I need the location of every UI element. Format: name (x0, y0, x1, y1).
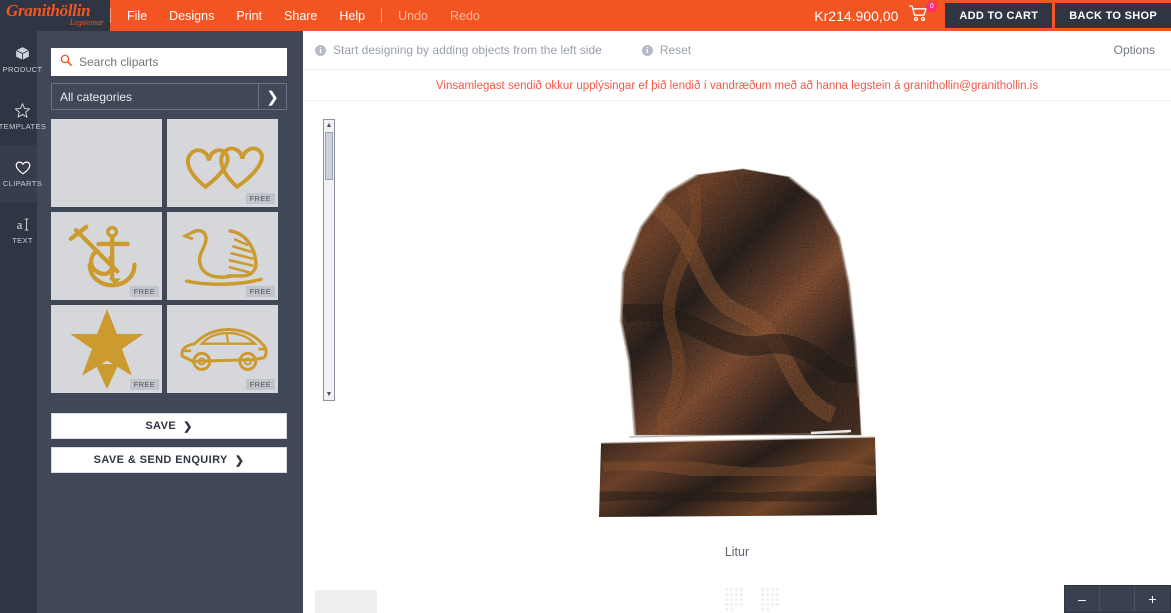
menu-share[interactable]: Share (284, 9, 317, 23)
save-button-label: SAVE (145, 420, 177, 432)
hearts-clipart-icon (179, 132, 267, 194)
clipart-tile-hearts[interactable]: FREE (167, 119, 278, 207)
clipart-tile-anchor[interactable]: FREE (51, 212, 162, 300)
chevron-right-icon[interactable]: ❯ (258, 84, 286, 109)
drag-handle-dots-left[interactable] (725, 588, 747, 611)
reset-label: Reset (659, 43, 692, 57)
main-area: i Start designing by adding objects from… (303, 31, 1171, 613)
zoom-controls: – + (1064, 585, 1171, 613)
rail-item-cliparts[interactable]: CLIPARTS (0, 145, 42, 202)
menu-designs[interactable]: Designs (169, 9, 214, 23)
search-input[interactable] (79, 55, 278, 69)
undo-button[interactable]: Undo (398, 9, 428, 23)
clipart-grid-viewport: FREE FREE FREE FREE FREE (51, 119, 287, 401)
rail-label-product: PRODUCT (2, 65, 43, 74)
cube-icon (14, 45, 31, 62)
search-icon (60, 53, 72, 71)
headstone-preview[interactable] (593, 165, 883, 520)
category-label: All categories (60, 89, 133, 104)
cart-price: Kr214.900,00 (814, 7, 899, 24)
chevron-right-icon: ❯ (183, 420, 193, 433)
clipart-scrollbar[interactable]: ▲ ▼ (323, 119, 335, 401)
free-badge: FREE (245, 379, 275, 390)
cliparts-panel: All categories ❯ FREE (37, 31, 335, 613)
rail-label-cliparts: CLIPARTS (2, 179, 43, 188)
zoom-out-button[interactable]: – (1065, 586, 1100, 612)
start-designing-hint: i Start designing by adding objects from… (315, 43, 602, 57)
options-button[interactable]: Options (1114, 43, 1155, 57)
category-selector[interactable]: All categories ❯ (51, 83, 287, 110)
cart-badge: 0 (926, 1, 938, 12)
brand-logo[interactable]: Granithöllin Legsteinar (0, 0, 110, 31)
star-clipart-icon (65, 309, 149, 389)
redo-button[interactable]: Redo (450, 9, 480, 23)
free-badge: FREE (129, 379, 159, 390)
color-section-label: Litur (724, 545, 750, 559)
swan-clipart-icon (178, 224, 268, 288)
canvas-toolbar: i Start designing by adding objects from… (303, 31, 1171, 70)
star-icon (14, 102, 31, 119)
brand-subtitle: Legsteinar (69, 18, 104, 27)
info-icon: i (641, 44, 653, 56)
brand-name: Granithöllin (6, 1, 91, 20)
top-toolbar: Granithöllin Legsteinar File Designs Pri… (0, 0, 1171, 31)
rail-item-templates[interactable]: TEMPLATES (0, 88, 46, 145)
clipart-grid: FREE FREE FREE FREE FREE (51, 119, 287, 393)
color-swatch-placeholder[interactable] (315, 590, 377, 613)
scroll-down-icon[interactable]: ▼ (324, 389, 334, 400)
chevron-right-icon: ❯ (234, 454, 245, 467)
clipart-tile-blank[interactable] (51, 119, 162, 207)
rail-item-text[interactable]: a TEXT (0, 202, 37, 259)
search-cliparts-box[interactable] (51, 48, 287, 76)
headstone-slab (621, 169, 861, 435)
zoom-divider-cell (1100, 586, 1135, 612)
free-badge: FREE (129, 286, 159, 297)
reset-button[interactable]: i Reset (641, 43, 692, 57)
back-to-shop-button[interactable]: BACK TO SHOP (1055, 3, 1171, 28)
hint-label: Start designing by adding objects from t… (333, 43, 602, 57)
clipart-tile-swan[interactable]: FREE (167, 212, 278, 300)
rail-label-text: TEXT (12, 236, 33, 245)
text-icon: a (14, 216, 32, 233)
headstone-base (599, 437, 877, 517)
menu-help[interactable]: Help (339, 9, 365, 23)
scrollbar-thumb[interactable] (325, 132, 333, 180)
history-controls: Undo Redo (382, 0, 496, 31)
free-badge: FREE (245, 193, 275, 204)
rail-item-product[interactable]: PRODUCT (0, 31, 42, 88)
cart-icon (908, 4, 928, 27)
anchor-clipart-icon (64, 221, 150, 291)
clipart-tile-star[interactable]: FREE (51, 305, 162, 393)
car-clipart-icon (177, 322, 269, 376)
save-button[interactable]: SAVE ❯ (51, 413, 287, 439)
clipart-tile-car[interactable]: FREE (167, 305, 278, 393)
info-icon: i (315, 44, 326, 56)
design-canvas[interactable]: Litur – + (303, 102, 1171, 613)
cart-button[interactable]: 0 (908, 0, 942, 31)
save-and-send-enquiry-button[interactable]: SAVE & SEND ENQUIRY ❯ (51, 447, 287, 473)
free-badge: FREE (245, 286, 275, 297)
heart-icon (14, 159, 32, 176)
left-rail: PRODUCT TEMPLATES CLIPARTS a TEXT (0, 31, 46, 613)
app-root: Granithöllin Legsteinar File Designs Pri… (0, 0, 1171, 613)
add-to-cart-button[interactable]: ADD TO CART (945, 3, 1053, 28)
scroll-up-icon[interactable]: ▲ (324, 120, 334, 131)
zoom-in-button[interactable]: + (1135, 586, 1170, 612)
menu-print[interactable]: Print (236, 9, 262, 23)
main-menu: File Designs Print Share Help (111, 0, 381, 31)
menu-file[interactable]: File (127, 9, 147, 23)
notice-banner: Vinsamlegast sendið okkur upplýsingar ef… (303, 71, 1171, 101)
save-enquiry-label: SAVE & SEND ENQUIRY (93, 454, 228, 466)
rail-label-templates: TEMPLATES (0, 122, 47, 131)
svg-text:a: a (16, 218, 22, 232)
drag-handle-dots-right[interactable] (761, 588, 783, 611)
